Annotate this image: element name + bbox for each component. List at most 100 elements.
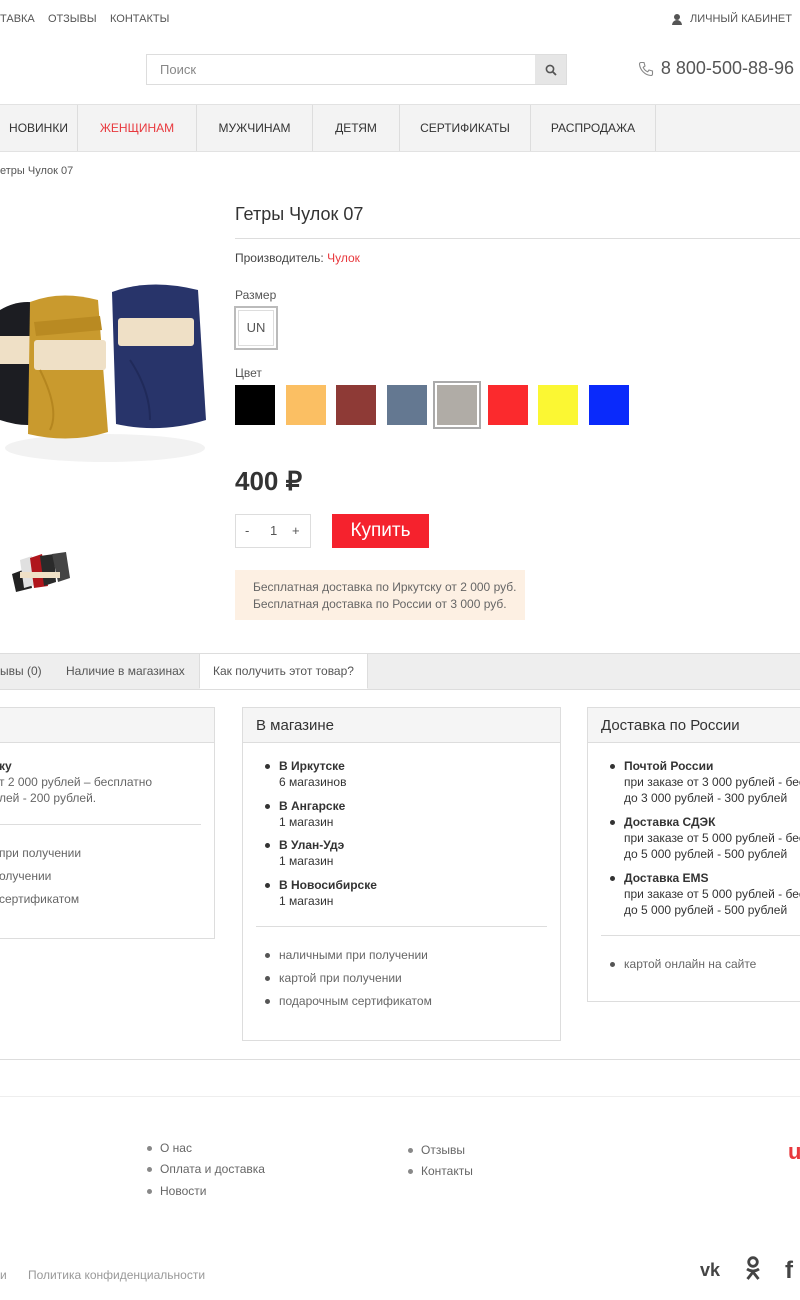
footer-link-about[interactable]: О нас	[147, 1141, 192, 1155]
manufacturer: Производитель: Чулок	[235, 251, 360, 265]
color-swatch[interactable]	[386, 385, 427, 425]
color-swatch[interactable]	[588, 385, 629, 425]
odnoklassniki-icon[interactable]	[743, 1256, 763, 1282]
delivery-terms: до 5 000 рублей - 500 рублей	[624, 903, 788, 917]
search-bar	[146, 54, 567, 85]
svg-text:f: f	[785, 1257, 794, 1282]
size-option[interactable]: UN	[234, 306, 278, 350]
main-nav: НОВИНКИ ЖЕНЩИНАМ МУЖЧИНАМ ДЕТЯМ СЕРТИФИК…	[0, 104, 800, 152]
delivery-city-card: ку т 2 000 рублей – бесплатно лей - 200 …	[0, 707, 215, 939]
color-swatch[interactable]	[336, 385, 376, 425]
card-line: т 2 000 рублей – бесплатно	[0, 775, 153, 789]
buy-button[interactable]: Купить	[332, 514, 429, 548]
nav-item-men[interactable]: МУЖЧИНАМ	[197, 105, 313, 151]
tab-how-to-get[interactable]: Как получить этот товар?	[199, 653, 368, 689]
phone-number-text: 8 800-500-88-96	[660, 58, 794, 78]
tab-stock[interactable]: Наличие в магазинах	[66, 654, 185, 689]
user-icon	[672, 13, 683, 25]
shop-city: В Иркутске	[265, 759, 345, 773]
footer-link-news[interactable]: Новости	[146, 1184, 206, 1198]
footer-link-reviews[interactable]: Отзывы	[408, 1143, 465, 1157]
shop-count: 1 магазин	[279, 854, 334, 868]
footer-link-payment[interactable]: Оплата и доставка	[147, 1162, 265, 1176]
phone-icon	[638, 61, 653, 76]
card-divider	[601, 935, 800, 936]
topnav-reviews-link[interactable]: ОТЗЫВЫ	[48, 13, 97, 25]
payment-option: олучении	[0, 869, 52, 883]
nav-item-kids[interactable]: ДЕТЯМ	[313, 105, 400, 151]
card-line: лей - 200 рублей.	[0, 791, 97, 805]
shop-count: 6 магазинов	[279, 775, 347, 789]
card-title: В магазине	[243, 708, 560, 743]
color-swatch[interactable]	[487, 385, 528, 425]
breadcrumb[interactable]: етры Чулок 07	[0, 165, 73, 177]
manufacturer-label: Производитель:	[235, 251, 324, 265]
payment-option: наличными при получении	[265, 948, 428, 962]
color-swatch[interactable]	[433, 381, 481, 429]
delivery-terms: до 5 000 рублей - 500 рублей	[624, 847, 788, 861]
qty-minus-button[interactable]: -	[245, 523, 249, 538]
nav-item-certificates[interactable]: СЕРТИФИКАТЫ	[400, 105, 531, 151]
color-swatch[interactable]	[285, 385, 326, 425]
card-divider	[256, 926, 547, 927]
search-button[interactable]	[535, 55, 566, 84]
topnav-contacts-link[interactable]: КОНТАКТЫ	[110, 13, 169, 25]
search-input[interactable]	[147, 55, 535, 84]
svg-text:vk: vk	[700, 1260, 721, 1280]
delivery-terms: до 3 000 рублей - 300 рублей	[624, 791, 788, 805]
price: 400 ₽	[235, 466, 303, 496]
product-image[interactable]	[0, 270, 210, 470]
tab-reviews[interactable]: ывы (0)	[0, 654, 42, 689]
delivery-method: Почтой России	[609, 759, 714, 773]
product-thumbnail[interactable]	[6, 548, 72, 596]
footer-link-fragment[interactable]: и	[0, 1268, 7, 1282]
russia-delivery-card: Доставка по России Почтой России при зак…	[587, 707, 800, 1002]
payment-option: картой при получении	[265, 971, 402, 985]
nav-item-women[interactable]: ЖЕНЩИНАМ	[78, 105, 197, 151]
account-link[interactable]: ЛИЧНЫЙ КАБИНЕТ	[672, 13, 792, 25]
product-title: Гетры Чулок 07	[235, 204, 364, 224]
topnav-delivery-link[interactable]: ТАВКА	[0, 13, 35, 25]
section-divider	[0, 1059, 800, 1060]
color-swatch[interactable]	[538, 385, 578, 425]
shop-count: 1 магазин	[279, 815, 334, 829]
delivery-note-line: Бесплатная доставка по России от 3 000 р…	[253, 597, 507, 611]
color-label: Цвет	[235, 366, 262, 380]
title-divider	[235, 238, 800, 239]
facebook-icon[interactable]: f	[784, 1256, 800, 1284]
footer-divider	[0, 1096, 800, 1097]
phone-number[interactable]: 8 800-500-88-96	[638, 58, 794, 79]
footer-link-contacts[interactable]: Контакты	[408, 1164, 473, 1178]
store-pickup-card: В магазине В Иркутске 6 магазинов В Анга…	[242, 707, 561, 1041]
manufacturer-link[interactable]: Чулок	[327, 251, 360, 265]
shop-city: В Ангарске	[264, 799, 346, 813]
quantity-stepper: - 1 +	[235, 514, 311, 548]
size-label: Размер	[235, 288, 277, 302]
payment-option: сертификатом	[0, 892, 80, 906]
card-header	[0, 708, 214, 743]
nav-item-sale[interactable]: РАСПРОДАЖА	[531, 105, 656, 151]
card-title: Доставка по России	[588, 708, 800, 743]
payment-option: подарочным сертификатом	[265, 994, 432, 1008]
account-link-label: ЛИЧНЫЙ КАБИНЕТ	[690, 13, 792, 25]
shop-city: В Улан-Удэ	[264, 838, 345, 852]
privacy-policy-link[interactable]: Политика конфиденциальности	[28, 1268, 205, 1282]
delivery-terms: при заказе от 5 000 рублей - бес	[624, 887, 800, 901]
color-swatch[interactable]	[235, 385, 275, 425]
payment-option: картой онлайн на сайте	[609, 957, 757, 971]
payment-option: при получении	[0, 846, 82, 860]
search-icon	[545, 64, 557, 76]
delivery-note: Бесплатная доставка по Иркутску от 2 000…	[235, 570, 525, 620]
delivery-note-line: Бесплатная доставка по Иркутску от 2 000…	[253, 580, 517, 594]
qty-value[interactable]: 1	[270, 523, 277, 538]
nav-item-new[interactable]: НОВИНКИ	[0, 105, 78, 151]
product-tabs: ывы (0) Наличие в магазинах Как получить…	[0, 653, 800, 690]
card-divider	[0, 824, 201, 825]
footer-logo[interactable]: u	[788, 1140, 800, 1164]
shop-count: 1 магазин	[279, 894, 334, 908]
vk-icon[interactable]: vk	[700, 1259, 726, 1281]
delivery-method: Доставка СДЭК	[609, 815, 716, 829]
delivery-method: Доставка EMS	[610, 871, 709, 885]
qty-plus-button[interactable]: +	[292, 523, 300, 538]
card-city: ку	[0, 759, 12, 773]
